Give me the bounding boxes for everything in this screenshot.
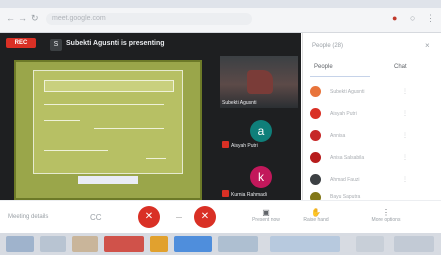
more-vert-icon[interactable]: ⋮ <box>402 176 408 183</box>
participant-avatar[interactable]: a <box>250 120 272 142</box>
taskbar-app-icon[interactable] <box>104 236 144 252</box>
taskbar-app-icon[interactable] <box>40 236 66 252</box>
tab-indicator <box>310 76 370 77</box>
mic-off-icon <box>222 190 229 197</box>
person-name: Annisa <box>330 133 346 139</box>
person-name: Aisyah Putri <box>330 111 357 117</box>
present-button[interactable]: ▣ Present now <box>246 208 286 223</box>
slide-line <box>44 120 80 121</box>
slide-line <box>44 104 164 105</box>
address-bar[interactable]: meet.google.com <box>46 13 252 25</box>
participant-avatar[interactable]: k <box>250 166 272 188</box>
camera-toggle-button[interactable]: ✕ <box>194 206 216 228</box>
browser-tab-strip <box>0 0 441 8</box>
tab-people[interactable]: People <box>314 64 333 70</box>
participant-name: Subekti Agusnti <box>222 100 257 106</box>
participant-name: Aisyah Putri <box>231 143 258 149</box>
present-label: Present now <box>252 217 280 223</box>
person-name: Anisa Salsabila <box>330 155 365 161</box>
person-avatar <box>310 130 321 141</box>
hand-icon: ✋ <box>311 208 321 217</box>
profile-icon[interactable]: ○ <box>410 13 415 23</box>
more-vert-icon[interactable]: ⋮ <box>402 132 408 139</box>
person-avatar <box>310 174 321 185</box>
more-vert-icon[interactable]: ⋮ <box>402 110 408 117</box>
close-icon[interactable]: × <box>425 41 430 50</box>
raise-hand-button[interactable]: ✋ Raise hand <box>296 208 336 223</box>
menu-dots-icon[interactable]: ⋮ <box>426 13 435 23</box>
person-avatar <box>310 108 321 119</box>
more-options-label: More options <box>371 217 401 223</box>
participant-video <box>247 70 273 94</box>
divider <box>176 217 182 218</box>
more-vert-icon[interactable]: ⋮ <box>402 154 408 161</box>
taskbar-app-icon[interactable] <box>72 236 98 252</box>
person-name: Ahmad Fauzi <box>330 177 360 183</box>
taskbar-app-icon[interactable] <box>150 236 168 252</box>
taskbar-app-icon[interactable] <box>356 236 384 252</box>
mic-toggle-button[interactable]: ✕ <box>138 206 160 228</box>
presentation-title: Subekti Agusnti is presenting <box>66 40 165 47</box>
arrow-right-icon[interactable]: → <box>18 13 27 23</box>
taskbar-clock <box>394 236 434 252</box>
tab-chat[interactable]: Chat <box>394 64 407 70</box>
slide-footer <box>78 176 138 184</box>
person-avatar <box>310 152 321 163</box>
taskbar-app-icon[interactable] <box>174 236 212 252</box>
raise-hand-label: Raise hand <box>303 217 329 223</box>
more-options-button[interactable]: ⋮ More options <box>366 208 406 223</box>
slide-line <box>94 128 164 129</box>
person-name: Subekti Agusnti <box>330 89 365 95</box>
recording-badge: REC <box>6 38 36 48</box>
extension-icon[interactable]: ● <box>392 13 397 23</box>
presenter-avatar: S <box>50 39 62 51</box>
slide-header <box>44 80 174 92</box>
taskbar-app-icon[interactable] <box>270 236 340 252</box>
more-vert-icon: ⋮ <box>382 208 390 217</box>
reload-icon[interactable]: ↻ <box>31 13 39 23</box>
participant-name: Kurnia Rahmadi <box>231 192 267 198</box>
slide-line <box>44 150 108 151</box>
person-avatar <box>310 86 321 97</box>
taskbar-app-icon[interactable] <box>218 236 258 252</box>
slide-line <box>146 158 166 159</box>
panel-title: People (28) <box>312 43 344 49</box>
meeting-details-button[interactable]: Meeting details <box>8 214 48 220</box>
start-icon[interactable] <box>6 236 34 252</box>
arrow-left-icon[interactable]: ← <box>6 13 15 23</box>
more-vert-icon[interactable]: ⋮ <box>402 88 408 95</box>
mic-off-icon <box>222 141 229 148</box>
present-icon: ▣ <box>262 208 270 217</box>
people-panel <box>302 33 441 200</box>
captions-button[interactable]: CC <box>90 213 102 222</box>
